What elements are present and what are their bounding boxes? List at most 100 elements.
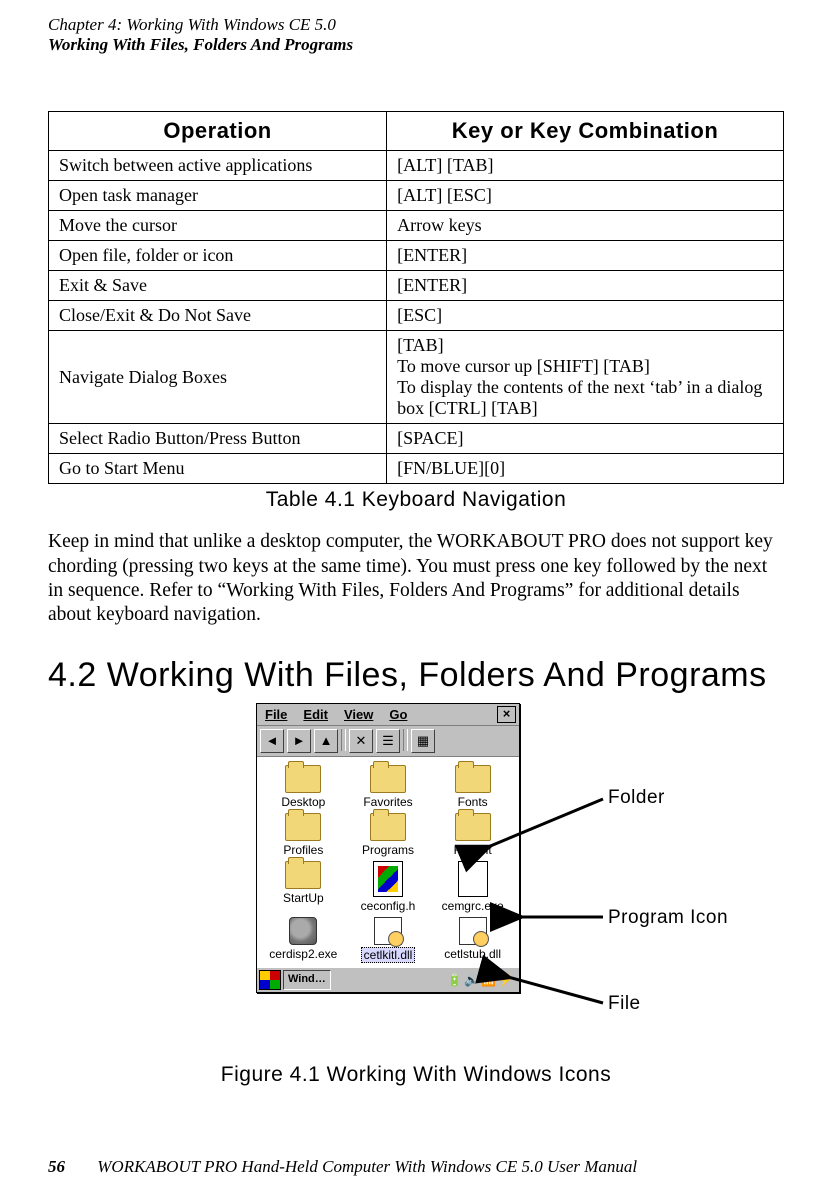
- menubar: File Edit View Go ×: [257, 704, 519, 726]
- item-label: Programs: [362, 843, 414, 857]
- file-icon: [373, 861, 403, 897]
- folder-icon: [285, 813, 321, 841]
- table-cell-key: [ENTER]: [387, 241, 784, 271]
- callout-folder: Folder: [608, 787, 665, 809]
- table-row: Select Radio Button/Press Button[SPACE]: [49, 424, 784, 454]
- item-label: Fonts: [458, 795, 488, 809]
- menu-go[interactable]: Go: [381, 705, 415, 724]
- back-icon[interactable]: ◄: [260, 729, 284, 753]
- item-label: Desktop: [281, 795, 325, 809]
- properties-icon[interactable]: ☰: [376, 729, 400, 753]
- folder-icon: [370, 765, 406, 793]
- close-icon[interactable]: ×: [497, 706, 516, 723]
- list-item[interactable]: cemgrc.exe: [430, 861, 515, 913]
- list-item[interactable]: Fonts: [430, 765, 515, 809]
- section-heading: 4.2 Working With Files, Folders And Prog…: [48, 656, 784, 695]
- dll-icon: [374, 917, 402, 945]
- menu-edit[interactable]: Edit: [295, 705, 336, 724]
- item-label: cerdisp2.exe: [269, 947, 337, 961]
- system-tray: 🔋 🔊 📶 ⚡: [447, 970, 517, 990]
- table-row: Open task manager[ALT] [ESC]: [49, 181, 784, 211]
- views-icon[interactable]: ▦: [411, 729, 435, 753]
- table-row: Exit & Save[ENTER]: [49, 271, 784, 301]
- table-cell-key: [TAB] To move cursor up [SHIFT] [TAB] To…: [387, 331, 784, 424]
- item-label: cetlkitl.dll: [361, 947, 416, 963]
- tray-icon: ⚡: [498, 973, 513, 987]
- start-button-icon[interactable]: [259, 970, 281, 990]
- folder-icon: [455, 813, 491, 841]
- folder-icon: [370, 813, 406, 841]
- table-cell-key: [ESC]: [387, 301, 784, 331]
- folder-icon: [285, 861, 321, 889]
- callout-program: Program Icon: [608, 907, 728, 929]
- delete-icon[interactable]: ✕: [349, 729, 373, 753]
- exe-icon: [289, 917, 317, 945]
- list-item[interactable]: Profiles: [261, 813, 346, 857]
- list-item[interactable]: cetlstub.dll: [430, 917, 515, 963]
- page-number: 56: [48, 1157, 65, 1176]
- table-header-key: Key or Key Combination: [387, 112, 784, 151]
- table-cell-operation: Go to Start Menu: [49, 454, 387, 484]
- item-label: StartUp: [283, 891, 324, 905]
- table-cell-operation: Move the cursor: [49, 211, 387, 241]
- menu-file[interactable]: File: [257, 705, 295, 724]
- table-cell-operation: Switch between active applications: [49, 151, 387, 181]
- file-grid: Desktop Favorites Fonts Profiles Programs Rec…: [257, 757, 519, 967]
- footer-text: WORKABOUT PRO Hand-Held Computer With Wi…: [97, 1157, 637, 1176]
- list-item[interactable]: Programs: [346, 813, 431, 857]
- dll-icon: [459, 917, 487, 945]
- table-cell-operation: Close/Exit & Do Not Save: [49, 301, 387, 331]
- item-label: cemgrc.exe: [442, 899, 504, 913]
- table-row: Go to Start Menu[FN/BLUE][0]: [49, 454, 784, 484]
- table-cell-operation: Open task manager: [49, 181, 387, 211]
- list-item[interactable]: StartUp: [261, 861, 346, 913]
- table-cell-operation: Navigate Dialog Boxes: [49, 331, 387, 424]
- table-cell-key: [SPACE]: [387, 424, 784, 454]
- folder-icon: [285, 765, 321, 793]
- list-item[interactable]: Recent: [430, 813, 515, 857]
- tray-icon: 🔋: [447, 973, 462, 987]
- table-caption: Table 4.1 Keyboard Navigation: [48, 488, 784, 512]
- table-cell-key: [FN/BLUE][0]: [387, 454, 784, 484]
- chapter-header: Chapter 4: Working With Windows CE 5.0: [48, 14, 784, 35]
- table-cell-key: [ALT] [ESC]: [387, 181, 784, 211]
- list-item[interactable]: Desktop: [261, 765, 346, 809]
- callout-file: File: [608, 993, 641, 1015]
- folder-icon: [455, 765, 491, 793]
- list-item[interactable]: cerdisp2.exe: [261, 917, 346, 963]
- table-cell-operation: Exit & Save: [49, 271, 387, 301]
- program-icon: [458, 861, 488, 897]
- item-label: ceconfig.h: [361, 899, 416, 913]
- list-item[interactable]: cetlkitl.dll: [346, 917, 431, 963]
- table-row: Open file, folder or icon[ENTER]: [49, 241, 784, 271]
- up-icon[interactable]: ▲: [314, 729, 338, 753]
- item-label: Favorites: [363, 795, 412, 809]
- tray-icon: 📶: [481, 973, 496, 987]
- table-cell-key: [ALT] [TAB]: [387, 151, 784, 181]
- item-label: Profiles: [283, 843, 323, 857]
- section-header: Working With Files, Folders And Programs: [48, 35, 784, 55]
- keyboard-navigation-table: Operation Key or Key Combination Switch …: [48, 111, 784, 484]
- table-cell-key: [ENTER]: [387, 271, 784, 301]
- table-header-operation: Operation: [49, 112, 387, 151]
- list-item[interactable]: Favorites: [346, 765, 431, 809]
- footer: 56 WORKABOUT PRO Hand-Held Computer With…: [48, 1157, 637, 1177]
- menu-view[interactable]: View: [336, 705, 381, 724]
- figure-area: File Edit View Go × ◄ ► ▲ ✕ ☰ ▦ Desktop F…: [48, 699, 784, 1059]
- taskbar: Wind… 🔋 🔊 📶 ⚡: [257, 967, 519, 992]
- table-row: Switch between active applications[ALT] …: [49, 151, 784, 181]
- item-label: cetlstub.dll: [444, 947, 501, 961]
- table-cell-key: Arrow keys: [387, 211, 784, 241]
- item-label: Recent: [454, 843, 492, 857]
- table-row: Navigate Dialog Boxes[TAB] To move curso…: [49, 331, 784, 424]
- table-row: Move the cursorArrow keys: [49, 211, 784, 241]
- table-row: Close/Exit & Do Not Save[ESC]: [49, 301, 784, 331]
- table-cell-operation: Select Radio Button/Press Button: [49, 424, 387, 454]
- tray-icon: 🔊: [464, 973, 479, 987]
- taskbar-button[interactable]: Wind…: [283, 970, 331, 990]
- list-item[interactable]: ceconfig.h: [346, 861, 431, 913]
- table-cell-operation: Open file, folder or icon: [49, 241, 387, 271]
- explorer-window: File Edit View Go × ◄ ► ▲ ✕ ☰ ▦ Desktop F…: [256, 703, 520, 993]
- forward-icon[interactable]: ►: [287, 729, 311, 753]
- toolbar: ◄ ► ▲ ✕ ☰ ▦: [257, 726, 519, 757]
